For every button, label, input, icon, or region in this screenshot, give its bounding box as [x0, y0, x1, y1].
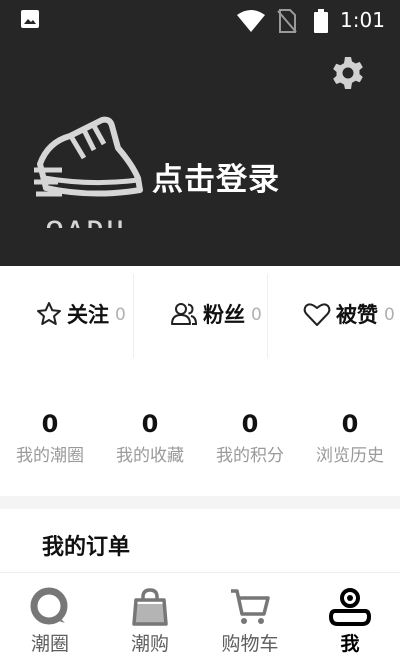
- profile-icon: [329, 588, 371, 626]
- status-bar: 1:01: [0, 0, 400, 42]
- divider: [133, 274, 134, 358]
- follow-count: 0: [115, 304, 126, 325]
- no-sim-icon: [277, 9, 297, 33]
- battery-icon: [314, 9, 328, 33]
- login-button[interactable]: 点击登录: [152, 154, 280, 199]
- profile-screen: 1:01 OADIL 点击登录: [0, 0, 400, 666]
- stat-label: 我的收藏: [116, 446, 184, 466]
- stat-favorites[interactable]: 0 我的收藏: [100, 409, 200, 466]
- tab-cart[interactable]: 购物车: [200, 573, 300, 666]
- status-time: 1:01: [340, 8, 385, 32]
- wifi-icon: [237, 10, 265, 32]
- stat-value: 0: [241, 410, 259, 438]
- shopping-bag-icon: [132, 588, 168, 626]
- tab-label: 购物车: [221, 633, 279, 655]
- follow-item[interactable]: 关注 0: [36, 266, 134, 361]
- likes-item[interactable]: 被赞 0: [303, 266, 400, 361]
- stat-label: 浏览历史: [316, 446, 384, 466]
- tab-chaoquan[interactable]: 潮圈: [0, 573, 100, 666]
- stat-chaoquan[interactable]: 0 我的潮圈: [0, 409, 100, 466]
- fans-count: 0: [251, 304, 262, 325]
- tab-me[interactable]: 我: [300, 573, 400, 666]
- cart-icon: [231, 589, 270, 624]
- likes-label: 被赞: [336, 302, 378, 327]
- user-stats: 0 我的潮圈 0 我的收藏 0 我的积分 0 浏览历史: [0, 361, 400, 496]
- fans-item[interactable]: 粉丝 0: [170, 266, 268, 361]
- tab-label: 我: [340, 633, 360, 655]
- shoe-logo: OADIL: [32, 112, 144, 228]
- stat-label: 我的潮圈: [16, 446, 84, 466]
- gear-icon[interactable]: [330, 55, 366, 91]
- divider: [267, 274, 268, 358]
- stat-value: 0: [41, 410, 59, 438]
- sneaker-icon: OADIL: [34, 116, 143, 228]
- heart-icon: [303, 302, 331, 326]
- gallery-icon: [21, 10, 39, 28]
- fans-label: 粉丝: [203, 302, 245, 327]
- social-stats-row: 关注 0 粉丝 0 被赞 0: [0, 266, 400, 361]
- tab-chaogou[interactable]: 潮购: [100, 573, 200, 666]
- likes-count: 0: [384, 304, 395, 325]
- profile-header: OADIL 点击登录: [0, 42, 400, 266]
- fans-icon: [171, 302, 198, 325]
- star-icon: [37, 301, 61, 325]
- circle-chat-icon: [30, 587, 68, 625]
- stat-points[interactable]: 0 我的积分: [200, 409, 300, 466]
- stat-value: 0: [341, 410, 359, 438]
- stat-history[interactable]: 0 浏览历史: [300, 409, 400, 466]
- orders-title: 我的订单: [42, 535, 131, 560]
- bottom-nav: 潮圈 潮购 购物车 我: [0, 572, 400, 666]
- tab-label: 潮圈: [30, 633, 69, 655]
- tab-label: 潮购: [130, 633, 169, 655]
- stat-label: 我的积分: [216, 446, 284, 466]
- stat-value: 0: [141, 410, 159, 438]
- follow-label: 关注: [67, 302, 109, 327]
- orders-section[interactable]: 我的订单: [0, 509, 400, 577]
- logo-partial-text: OADIL: [46, 216, 134, 228]
